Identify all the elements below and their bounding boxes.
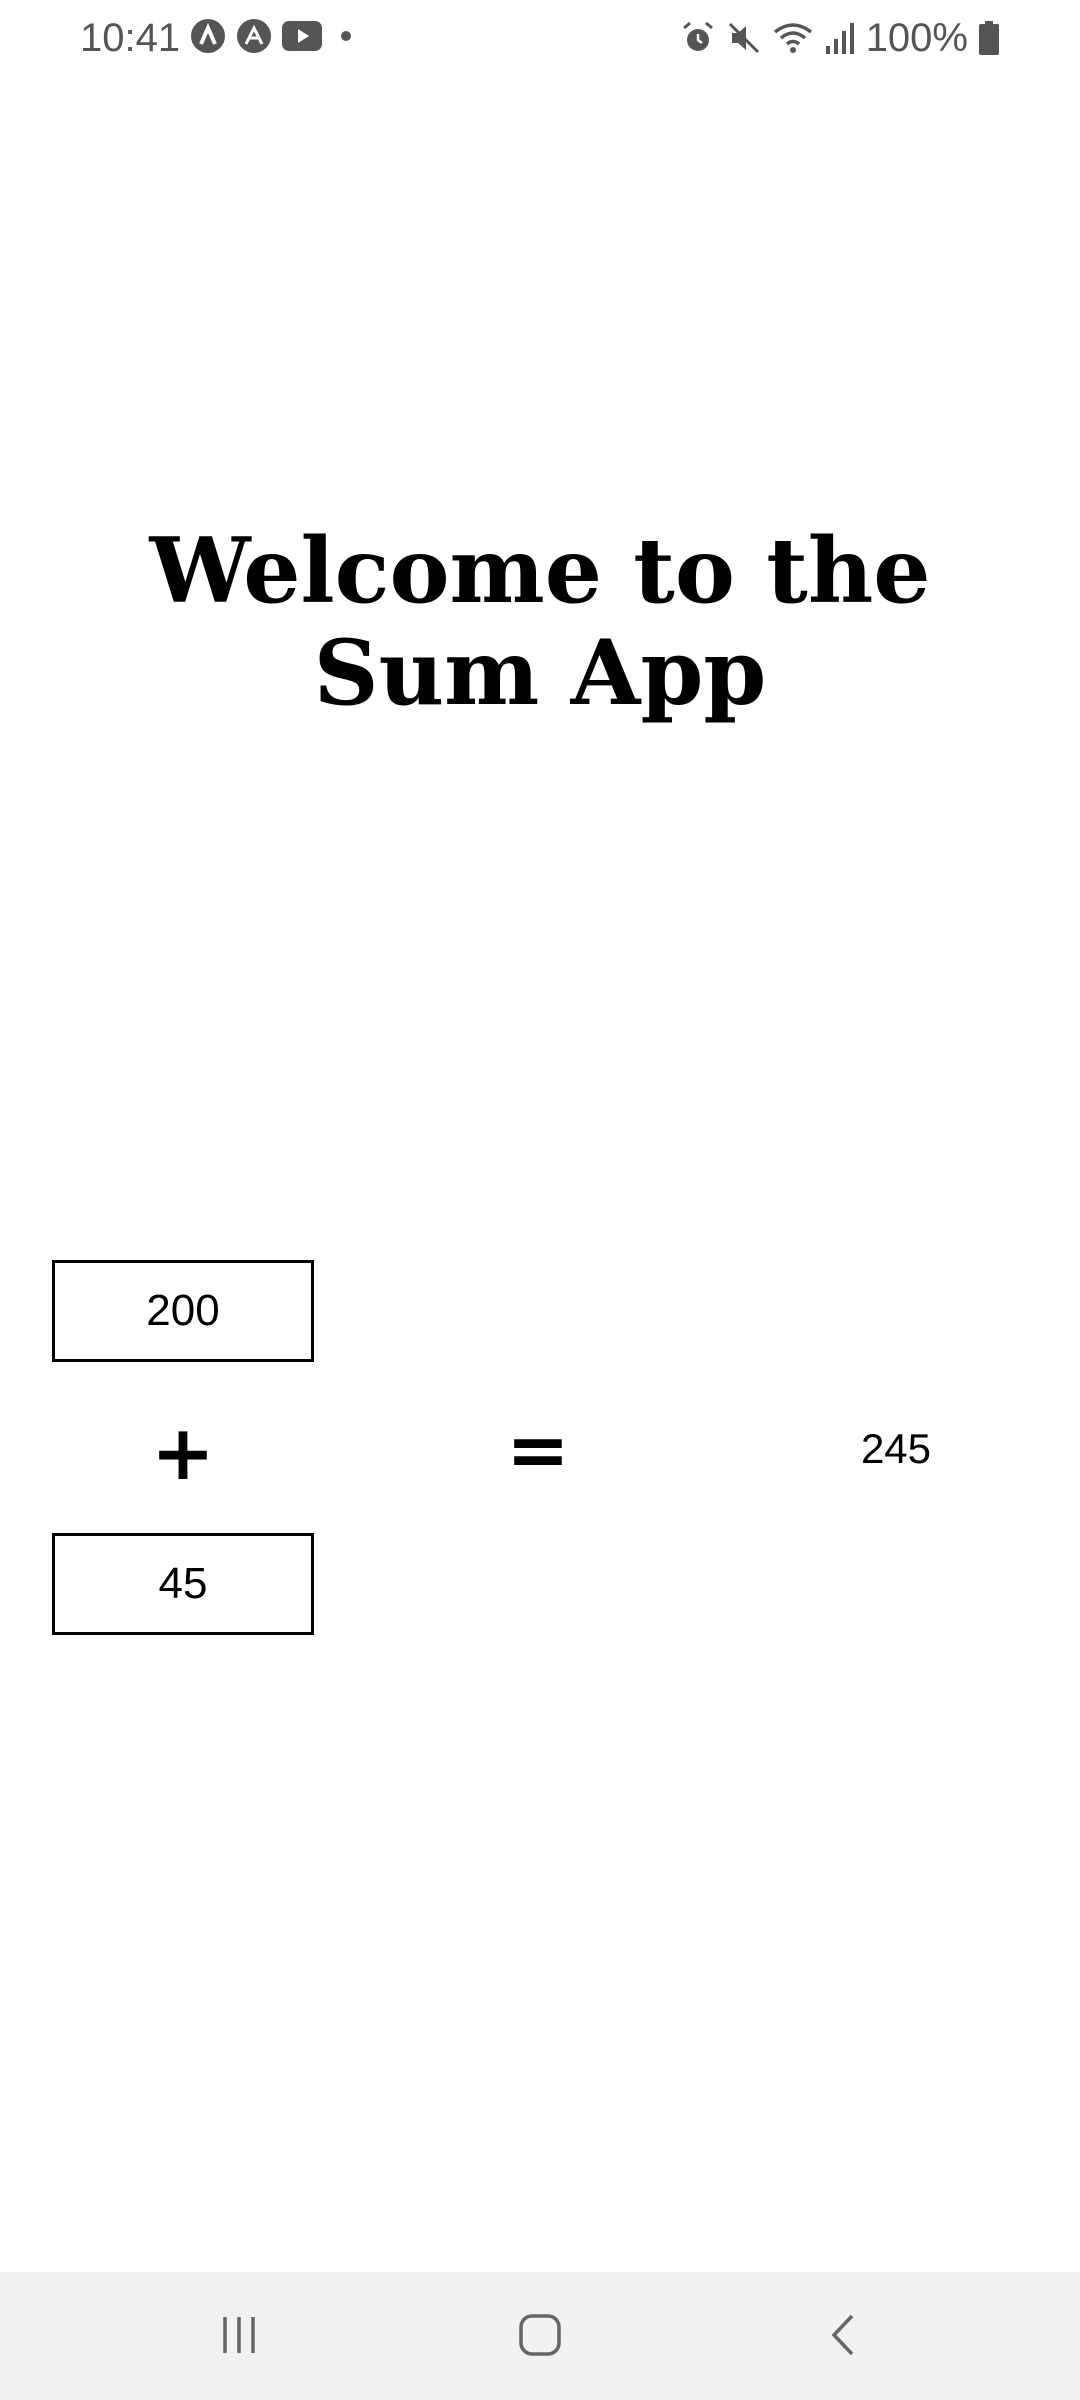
app-a-icon (190, 18, 226, 54)
page-title: Welcome to the Sum App (0, 520, 1080, 724)
battery-icon (978, 20, 1000, 56)
recent-apps-icon (219, 2315, 259, 2355)
mute-icon (726, 20, 762, 56)
back-icon (828, 2313, 858, 2357)
sum-result: 245 (860, 1425, 932, 1472)
youtube-icon (282, 21, 322, 51)
system-nav-bar (0, 2272, 1080, 2400)
page-title-line1: Welcome to the (149, 518, 931, 624)
status-bar: 10:41 100% (0, 0, 1080, 78)
status-notification-icons (190, 18, 360, 54)
second-number-input[interactable] (52, 1533, 314, 1635)
home-icon (518, 2313, 562, 2357)
battery-percentage: 100% (865, 16, 968, 60)
wifi-icon (772, 20, 814, 56)
app-b-icon (236, 18, 272, 54)
plus-sign: + (151, 1408, 215, 1497)
alarm-icon (680, 20, 716, 56)
first-number-input[interactable] (52, 1260, 314, 1362)
page-title-line2: Sum App (313, 620, 767, 726)
signal-icon (824, 20, 856, 56)
notification-dot-icon (332, 29, 360, 43)
status-system-icons: 100% (680, 14, 1000, 62)
home-button[interactable] (500, 2300, 580, 2370)
equals-sign: = (506, 1405, 570, 1494)
recent-apps-button[interactable] (199, 2300, 279, 2370)
back-button[interactable] (803, 2300, 883, 2370)
status-time: 10:41 (80, 16, 181, 60)
